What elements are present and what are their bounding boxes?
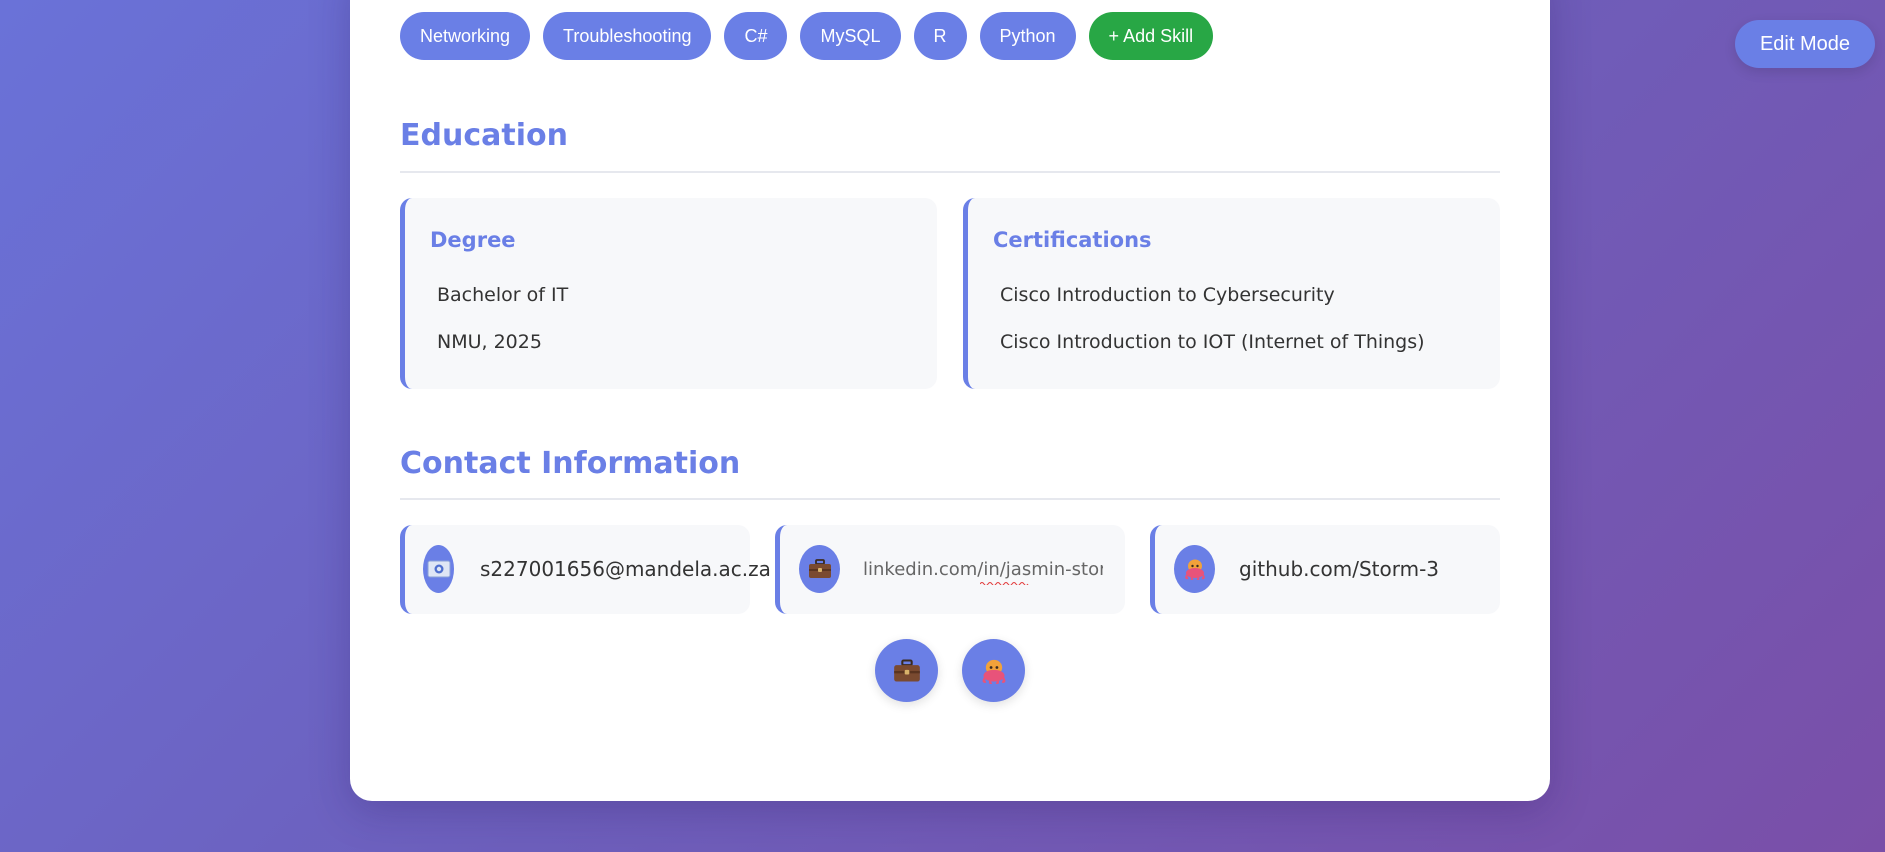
skill-tag[interactable]: MySQL [800,12,901,60]
octopus-icon [982,659,1005,684]
linkedin-field[interactable] [863,559,1103,580]
github-value[interactable]: github.com/Storm-3 [1239,557,1439,581]
skill-tag[interactable]: R [913,12,967,60]
linkedin-contact-card [775,525,1125,614]
contact-divider [400,498,1500,500]
edit-mode-button[interactable]: Edit Mode [1735,20,1875,68]
email-contact-card: s227001656@mandela.ac.za [400,525,771,614]
certifications-heading: Certifications [993,228,1152,252]
skills-list: Networking Troubleshooting C# MySQL R Py… [400,12,1214,60]
degree-name: Bachelor of IT [437,284,569,306]
certification-item: Cisco Introduction to Cybersecurity [1000,284,1335,306]
add-skill-button[interactable]: + Add Skill [1088,12,1214,60]
education-divider [400,171,1500,173]
certifications-card: Certifications Cisco Introduction to Cyb… [963,198,1500,389]
octopus-icon [1174,545,1215,593]
briefcase-icon [799,545,840,593]
github-contact-card: github.com/Storm-3 [1150,525,1500,614]
spellcheck-underline [980,582,1029,585]
degree-heading: Degree [430,228,516,252]
github-social-button[interactable] [962,639,1025,702]
skill-tag[interactable]: Python [979,12,1076,60]
education-heading: Education [400,118,568,153]
email-value[interactable]: s227001656@mandela.ac.za [480,557,771,581]
degree-institution: NMU, 2025 [437,331,542,353]
contact-heading: Contact Information [400,446,741,481]
briefcase-icon [893,658,920,681]
certification-item: Cisco Introduction to IOT (Internet of T… [1000,331,1425,353]
skill-tag[interactable]: Networking [400,12,531,60]
skill-tag[interactable]: Troubleshooting [543,12,712,60]
skill-tag[interactable]: C# [724,12,788,60]
degree-card: Degree Bachelor of IT NMU, 2025 [400,198,937,389]
id-card-icon [423,545,454,593]
linkedin-social-button[interactable] [875,639,938,702]
